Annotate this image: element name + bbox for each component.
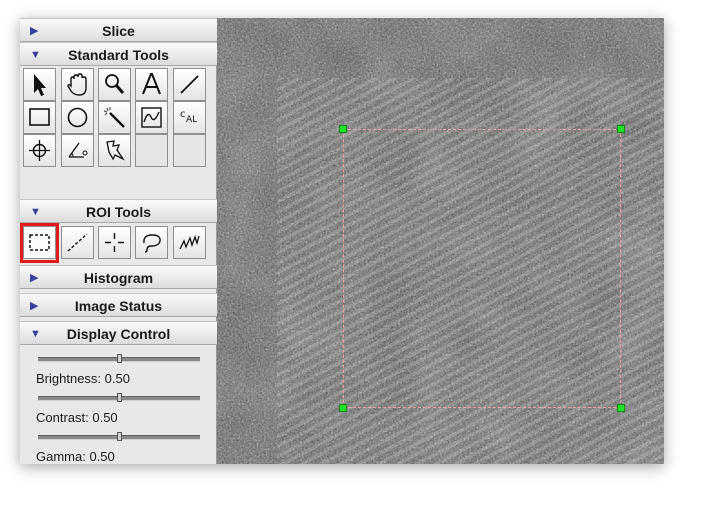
- magic-wand-tool[interactable]: [98, 101, 131, 134]
- image-status-panel-header[interactable]: ▶ Image Status: [20, 293, 217, 317]
- crosshair-tool-icon: [29, 140, 50, 161]
- line-roi-tool[interactable]: [61, 226, 94, 259]
- histogram-panel-label: Histogram: [83, 270, 154, 286]
- arrow-select-tool[interactable]: [23, 68, 56, 101]
- point-roi-tool[interactable]: [98, 226, 131, 259]
- svg-text:c: c: [180, 109, 186, 120]
- brightness-label: Brightness: 0.50: [36, 371, 130, 386]
- application-window: ▶ Slice ▼ Standard Tools c AL ▼ ROI Tool…: [20, 18, 664, 464]
- empty-tool-slot: [135, 134, 168, 167]
- svg-text:AL: AL: [186, 115, 197, 125]
- tool-panel: ▶ Slice ▼ Standard Tools c AL ▼ ROI Tool…: [20, 18, 217, 464]
- line-roi-icon: [67, 233, 88, 252]
- arrow-select-icon: [34, 74, 46, 96]
- calibrate-icon: c AL: [180, 109, 197, 125]
- profile-tool-icon: [141, 107, 162, 128]
- histogram-panel-header[interactable]: ▶ Histogram: [20, 265, 217, 289]
- angle-tool[interactable]: [61, 134, 94, 167]
- freehand-roi-tool[interactable]: [135, 226, 168, 259]
- roi-handle-bottom-right[interactable]: [617, 404, 625, 412]
- gamma-label: Gamma: 0.50: [36, 449, 115, 464]
- zoom-tool[interactable]: [98, 68, 131, 101]
- display-control-panel-label: Display Control: [66, 326, 171, 342]
- line-tool[interactable]: [173, 68, 206, 101]
- slider-thumb[interactable]: [117, 432, 122, 441]
- display-control-panel-header[interactable]: ▼ Display Control: [20, 321, 217, 345]
- brightness-slider[interactable]: [38, 352, 200, 366]
- text-tool-icon: [142, 73, 161, 95]
- crosshair-tool[interactable]: [23, 134, 56, 167]
- rectangle-tool-icon: [29, 108, 50, 126]
- magnifier-zoom-icon: [105, 74, 125, 94]
- lasso-select-tool[interactable]: [98, 134, 131, 167]
- slider-thumb[interactable]: [117, 354, 122, 363]
- empty-tool-slot: [173, 134, 206, 167]
- oval-tool-icon: [67, 107, 88, 128]
- roi-tools-panel-header[interactable]: ▼ ROI Tools: [20, 199, 217, 223]
- polyline-roi-icon: [179, 235, 200, 250]
- calibrate-tool[interactable]: c AL: [173, 101, 206, 134]
- slider-thumb[interactable]: [117, 393, 122, 402]
- profile-tool[interactable]: [135, 101, 168, 134]
- standard-tools-panel-label: Standard Tools: [68, 47, 169, 63]
- roi-handle-bottom-left[interactable]: [339, 404, 347, 412]
- roi-rectangle-selection[interactable]: [343, 129, 621, 408]
- standard-tools-panel-header[interactable]: ▼ Standard Tools: [20, 42, 217, 66]
- polyline-roi-tool[interactable]: [173, 226, 206, 259]
- hand-pan-tool[interactable]: [61, 68, 94, 101]
- contrast-label: Contrast: 0.50: [36, 410, 118, 425]
- oval-tool[interactable]: [61, 101, 94, 134]
- roi-tools-panel-label: ROI Tools: [85, 204, 152, 220]
- line-tool-icon: [180, 75, 199, 94]
- roi-handle-top-right[interactable]: [617, 125, 625, 133]
- text-tool[interactable]: [135, 68, 168, 101]
- roi-handle-top-left[interactable]: [339, 125, 347, 133]
- lasso-select-icon: [106, 140, 125, 161]
- slice-panel-header[interactable]: ▶ Slice: [20, 18, 217, 42]
- slice-panel-label: Slice: [102, 23, 135, 39]
- hand-pan-icon: [67, 73, 87, 96]
- gamma-slider[interactable]: [38, 430, 200, 444]
- selected-tool-highlight: [20, 223, 59, 263]
- freehand-roi-icon: [143, 234, 161, 253]
- magic-wand-icon: [103, 107, 125, 128]
- point-roi-icon: [105, 233, 124, 252]
- image-canvas[interactable]: [217, 18, 664, 464]
- angle-tool-icon: [68, 142, 88, 158]
- image-status-panel-label: Image Status: [74, 298, 163, 314]
- rectangle-tool[interactable]: [23, 101, 56, 134]
- contrast-slider[interactable]: [38, 391, 200, 405]
